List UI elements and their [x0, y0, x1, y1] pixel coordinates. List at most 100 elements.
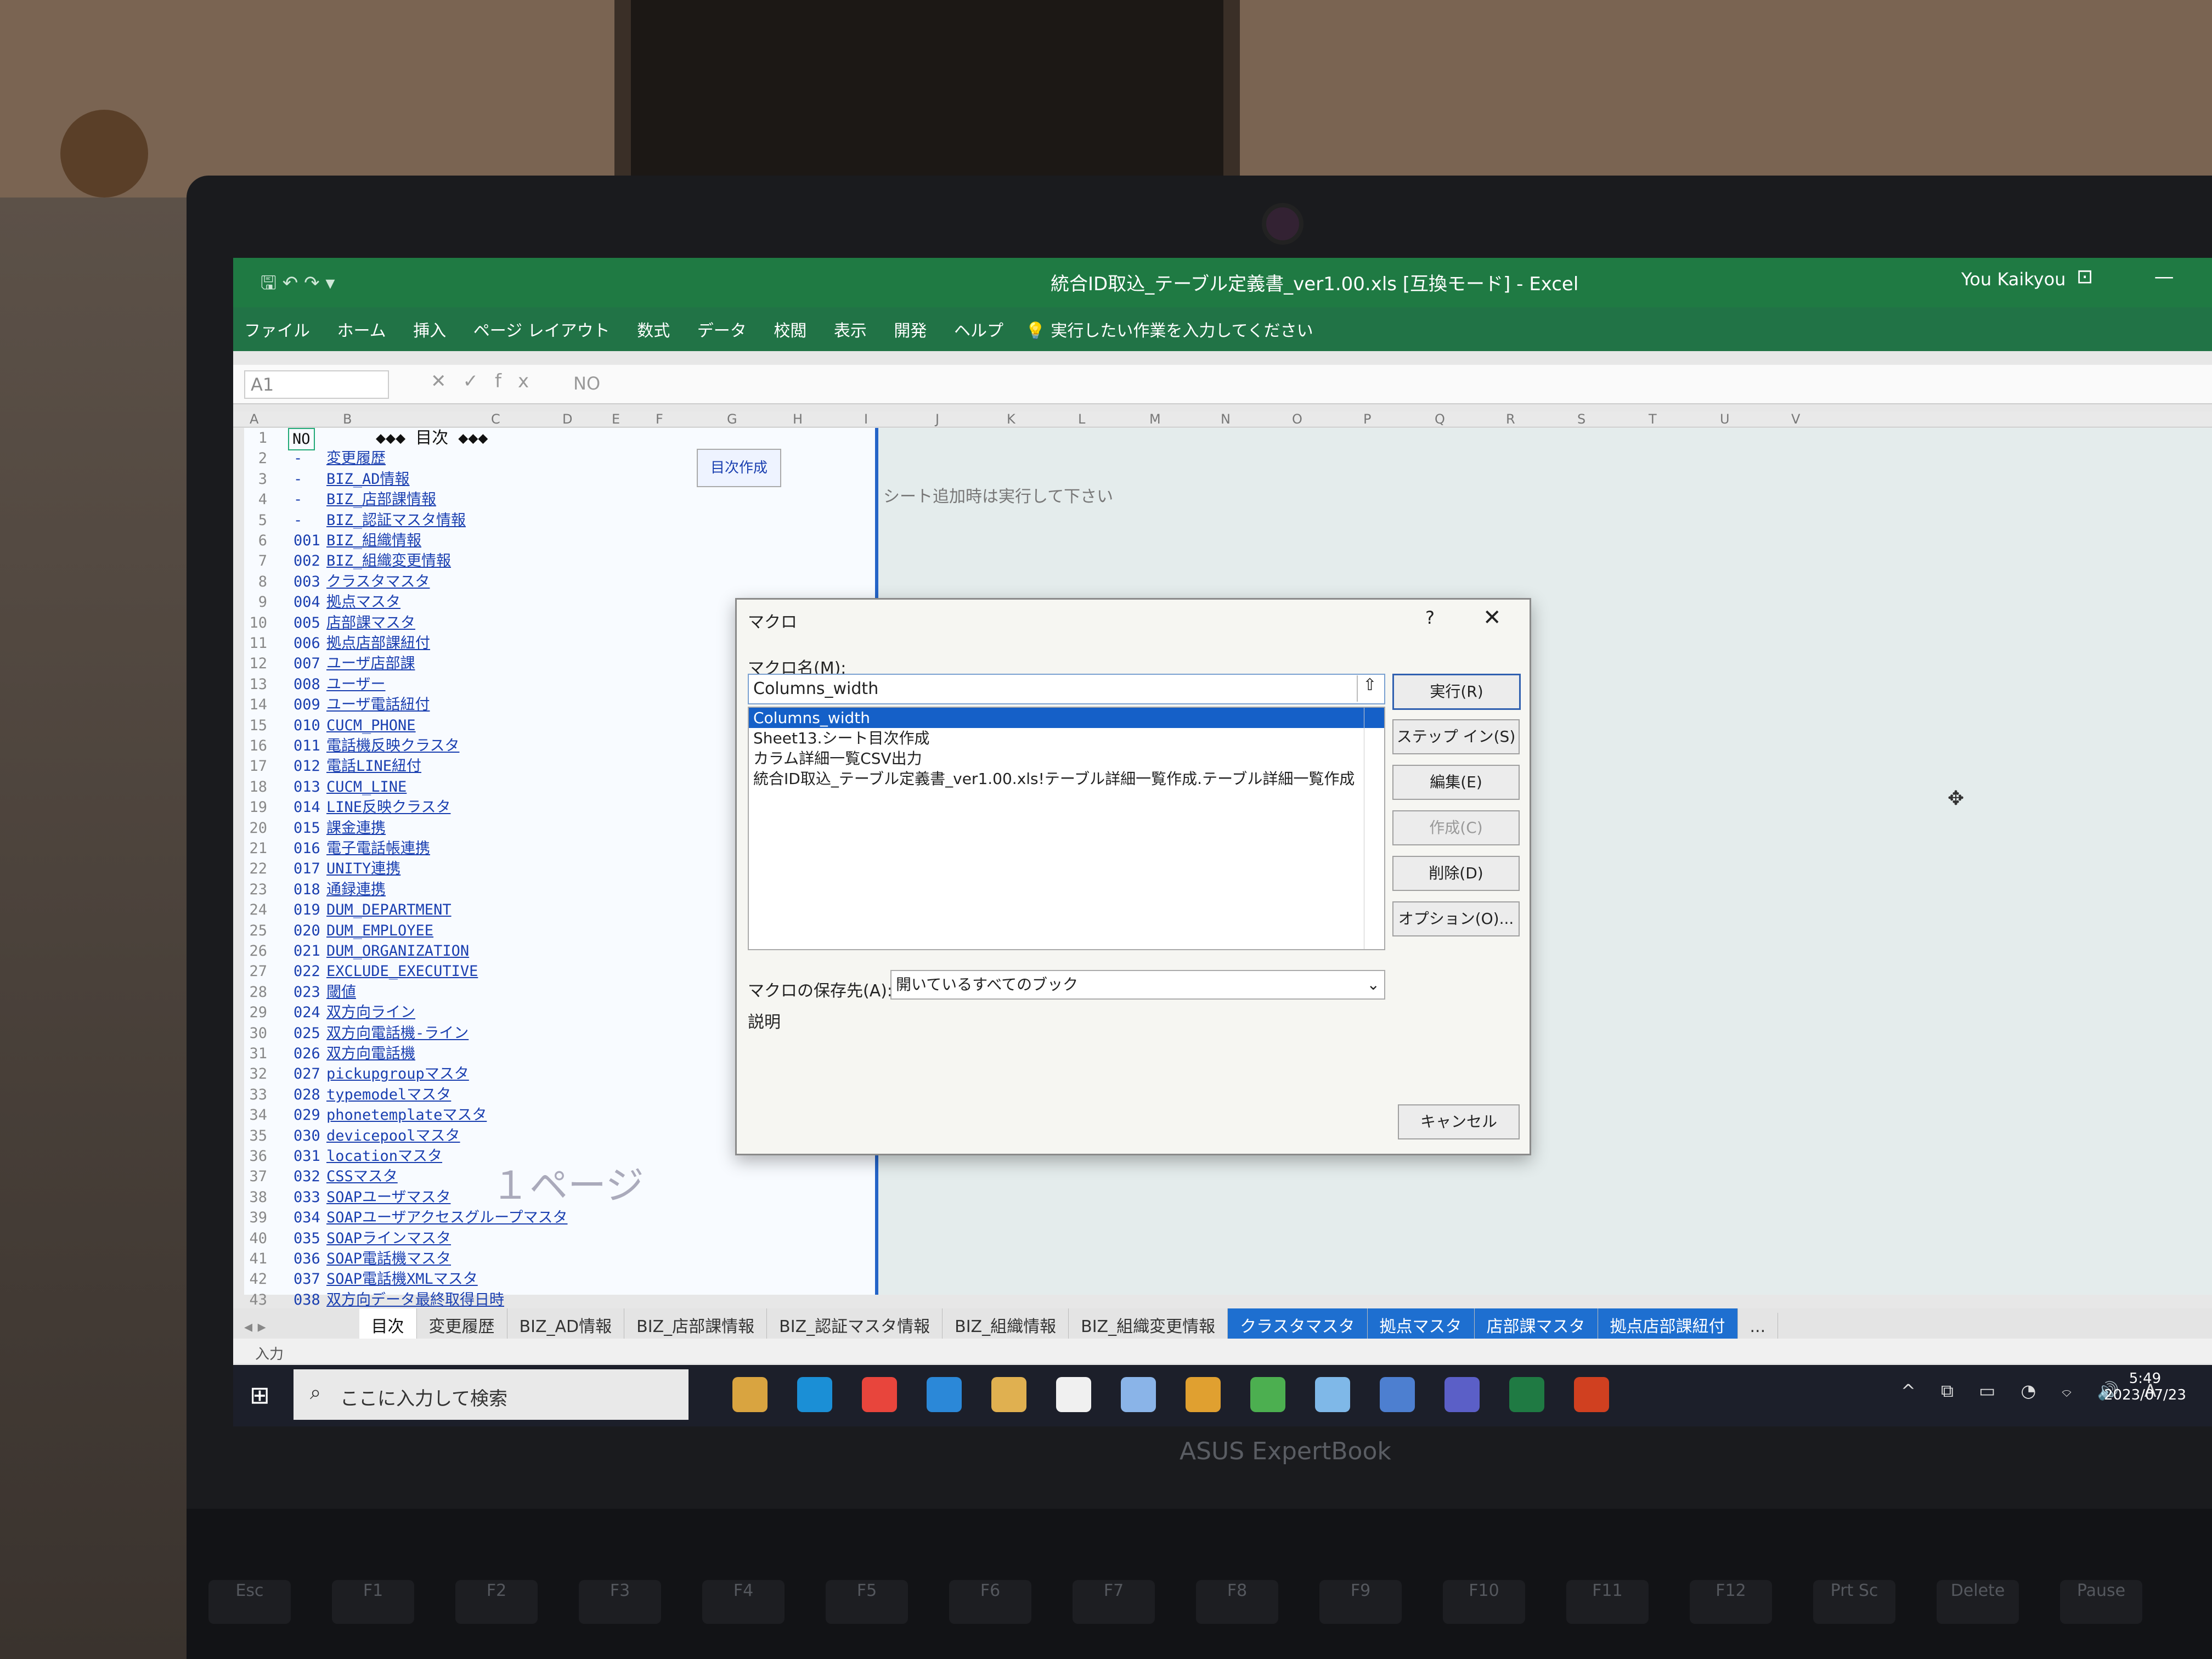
sheet-link[interactable]: SOAP電話機マスタ [326, 1249, 451, 1269]
function-key[interactable]: F1 [332, 1580, 414, 1624]
sheet-tab[interactable]: BIZ_AD情報 [507, 1308, 625, 1341]
taskbar-app-icon[interactable] [1444, 1377, 1480, 1412]
macro-item[interactable]: Sheet13.シート目次作成 [749, 728, 1384, 748]
column-letter[interactable]: H [793, 411, 803, 427]
window-controls[interactable]: ⊡ — [2076, 266, 2202, 288]
taskbar-app-icon[interactable] [991, 1377, 1026, 1412]
sheet-tab[interactable]: 変更履歴 [417, 1308, 507, 1341]
sheet-link[interactable]: LINE反映クラスタ [326, 797, 450, 817]
function-key[interactable]: F9 [1319, 1580, 1402, 1624]
quick-access-toolbar[interactable]: 🖫 ↶ ↷ ▾ [261, 270, 335, 301]
sheet-link[interactable]: 通録連携 [326, 879, 386, 900]
sheet-tab[interactable]: BIZ_組織変更情報 [1069, 1308, 1228, 1341]
column-letter[interactable]: T [1649, 411, 1657, 427]
sheet-link[interactable]: BIZ_組織情報 [326, 531, 421, 551]
sheet-tab[interactable]: 拠点店部課紐付 [1598, 1308, 1738, 1341]
sheet-link[interactable]: 閾値 [326, 982, 356, 1002]
column-letter[interactable]: K [1007, 411, 1015, 427]
sheet-link[interactable]: SOAPユーザマスタ [326, 1187, 450, 1207]
sheet-link[interactable]: EXCLUDE_EXECUTIVE [326, 961, 478, 981]
column-letter[interactable]: P [1363, 411, 1371, 427]
taskbar-app-icon[interactable] [732, 1377, 768, 1412]
column-letter[interactable]: M [1149, 411, 1161, 427]
user-name[interactable]: You Kaikyou [1961, 269, 2066, 290]
macro-list[interactable]: Columns_width Sheet13.シート目次作成 カラム詳細一覧CSV… [748, 707, 1385, 950]
column-letter[interactable]: U [1720, 411, 1730, 427]
taskbar-app-icon[interactable] [1574, 1377, 1609, 1412]
sheet-link[interactable]: 変更履歴 [326, 448, 386, 469]
taskbar-app-icon[interactable] [1315, 1377, 1350, 1412]
tab-data[interactable]: データ [686, 307, 758, 351]
sheet-link[interactable]: 拠点マスタ [326, 592, 400, 612]
sheet-link[interactable]: BIZ_店部課情報 [326, 489, 436, 510]
macro-item[interactable]: カラム詳細一覧CSV出力 [749, 748, 1384, 769]
sheet-link[interactable]: DUM_EMPLOYEE [326, 921, 433, 941]
taskbar-app-icon[interactable] [1380, 1377, 1415, 1412]
sheet-link[interactable]: ユーザ店部課 [326, 653, 415, 674]
options-button[interactable]: オプション(O)... [1392, 901, 1520, 936]
step-in-button[interactable]: ステップ イン(S) [1392, 719, 1520, 754]
function-key[interactable]: F8 [1196, 1580, 1278, 1624]
tab-review[interactable]: 校閲 [763, 307, 817, 351]
column-letter[interactable]: V [1791, 411, 1800, 427]
function-key[interactable]: F3 [579, 1580, 661, 1624]
taskbar-app-icon[interactable] [1121, 1377, 1156, 1412]
column-letter[interactable]: E [612, 411, 620, 427]
taskbar-app-icon[interactable] [1250, 1377, 1285, 1412]
column-letter[interactable]: B [343, 411, 352, 427]
tell-me-box[interactable]: 💡 実行したい作業を入力してください [1020, 307, 1319, 351]
sheet-link[interactable]: CSSマスタ [326, 1166, 398, 1187]
sheet-tab[interactable]: BIZ_認証マスタ情報 [767, 1308, 943, 1341]
tab-formulas[interactable]: 数式 [626, 307, 681, 351]
column-letter[interactable]: O [1292, 411, 1302, 427]
sheet-tab[interactable]: BIZ_組織情報 [943, 1308, 1069, 1341]
tab-page-layout[interactable]: ページ レイアウト [462, 307, 621, 351]
column-letter[interactable]: N [1221, 411, 1231, 427]
delete-button[interactable]: 削除(D) [1392, 856, 1520, 891]
cancel-icon[interactable]: ✕ [431, 370, 463, 392]
sheet-tab[interactable]: 店部課マスタ [1474, 1308, 1598, 1341]
taskbar-search[interactable]: ⌕ ここに入力して検索 [294, 1369, 689, 1420]
sheet-link[interactable]: SOAPラインマスタ [326, 1228, 451, 1249]
tab-insert[interactable]: 挿入 [402, 307, 457, 351]
sheet-link[interactable]: 電話機反映クラスタ [326, 736, 459, 756]
taskbar-app-icon[interactable] [862, 1377, 897, 1412]
sheet-link[interactable]: 店部課マスタ [326, 613, 415, 633]
macro-item[interactable]: 統合ID取込_テーブル定義書_ver1.00.xls!テーブル詳細一覧作成.テー… [749, 769, 1384, 789]
sheet-link[interactable]: 電子電話帳連携 [326, 838, 430, 859]
column-letter[interactable]: D [562, 411, 572, 427]
sheet-link[interactable]: 課金連携 [326, 818, 386, 838]
start-button[interactable]: ⊞ [250, 1381, 270, 1409]
function-key[interactable]: F7 [1073, 1580, 1155, 1624]
function-key[interactable]: F10 [1443, 1580, 1525, 1624]
run-button[interactable]: 実行(R) [1392, 674, 1521, 710]
taskbar-app-icon[interactable] [1056, 1377, 1091, 1412]
function-icon[interactable]: fx [495, 370, 545, 392]
sheet-tab[interactable]: BIZ_店部課情報 [624, 1308, 768, 1341]
help-icon[interactable]: ? [1425, 607, 1435, 628]
sheet-link[interactable]: BIZ_AD情報 [326, 469, 410, 489]
macro-name-input[interactable]: Columns_width [748, 674, 1385, 704]
create-button[interactable]: 作成(C) [1392, 810, 1520, 845]
column-letter[interactable]: A [250, 411, 258, 427]
function-key[interactable]: F12 [1690, 1580, 1772, 1624]
tab-developer[interactable]: 開発 [883, 307, 938, 351]
sheet-link[interactable]: DUM_DEPARTMENT [326, 900, 452, 920]
sheet-link[interactable]: typemodelマスタ [326, 1085, 451, 1105]
sheet-link[interactable]: 双方向電話機 [326, 1043, 415, 1064]
function-key[interactable]: F5 [826, 1580, 908, 1624]
column-letter[interactable]: F [656, 411, 663, 427]
column-letter[interactable]: C [491, 411, 500, 427]
macro-list-scrollbar[interactable] [1364, 708, 1384, 949]
sheet-tab[interactable]: 拠点マスタ [1367, 1308, 1475, 1341]
taskbar-app-icon[interactable] [797, 1377, 832, 1412]
sheet-link[interactable]: ユーザ電話紐付 [326, 695, 430, 715]
column-letter[interactable]: L [1078, 411, 1085, 427]
store-select[interactable]: 開いているすべてのブック ⌄ [890, 970, 1385, 1000]
tab-help[interactable]: ヘルプ [943, 307, 1014, 351]
name-box[interactable]: A1 [244, 370, 389, 399]
sheet-link[interactable]: 双方向データ最終取得日時 [326, 1290, 504, 1310]
sheet-nav-arrows[interactable]: ◂ ▸ [233, 1317, 354, 1336]
macro-item[interactable]: Columns_width [749, 708, 1384, 728]
sheet-link[interactable]: BIZ_組織変更情報 [326, 551, 451, 571]
